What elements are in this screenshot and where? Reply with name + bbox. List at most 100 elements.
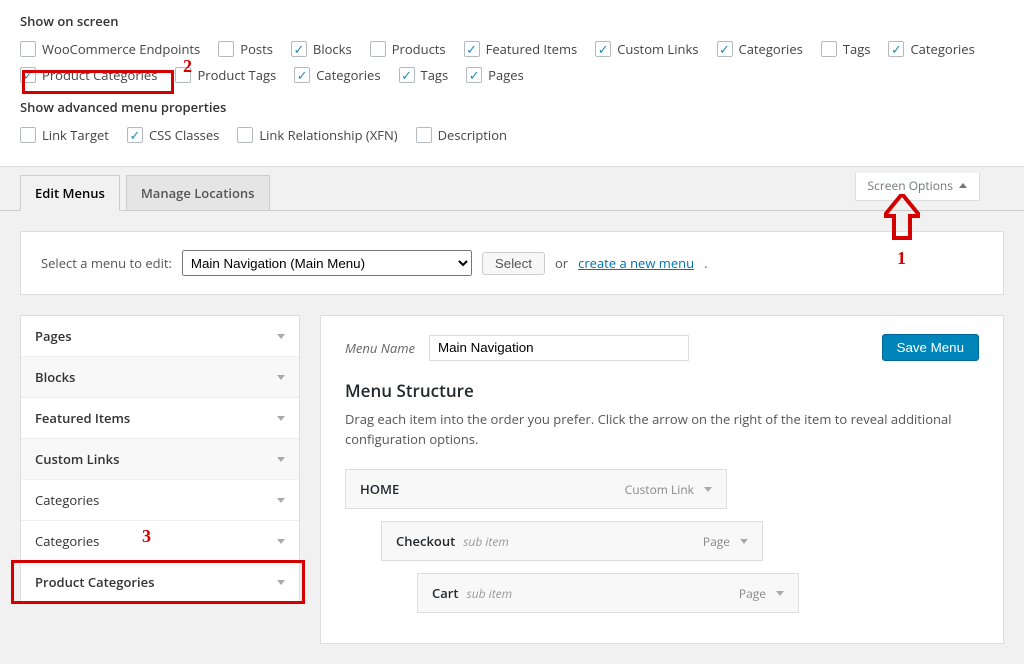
menu-structure-heading: Menu Structure [345,379,979,402]
checkbox-box-icon [416,127,432,143]
menu-tabs: Edit Menus Manage Locations Screen Optio… [0,175,1024,211]
checkbox-label: Products [392,40,446,58]
checkbox-label: Product Categories [42,66,157,84]
select-menu-button[interactable]: Select [482,252,545,275]
checkbox-categories[interactable]: Categories [717,40,803,58]
checkbox-woocommerce-endpoints[interactable]: WooCommerce Endpoints [20,40,200,58]
accordion-item-label: Blocks [35,368,75,386]
checkbox-label: Blocks [313,40,352,58]
checkbox-box-icon [127,127,143,143]
tab-manage-locations[interactable]: Manage Locations [126,175,270,210]
screen-options-toggle-label: Screen Options [868,177,953,194]
menu-item[interactable]: HOMECustom Link [345,469,727,509]
menu-item-title: Checkout [396,532,455,550]
checkbox-box-icon [237,127,253,143]
caret-down-icon[interactable] [740,539,748,544]
screen-options-row-3: Link Target CSS Classes Link Relationship … [20,126,1004,144]
tab-edit-menus[interactable]: Edit Menus [20,175,120,211]
menu-editor-panel: Menu Name Save Menu Menu Structure Drag … [320,315,1004,644]
select-menu-prompt: Select a menu to edit: [41,254,172,272]
checkbox-blocks[interactable]: Blocks [291,40,352,58]
checkbox-box-icon [888,41,904,57]
caret-down-icon [277,334,285,339]
caret-down-icon [277,457,285,462]
checkbox-css-classes[interactable]: CSS Classes [127,126,219,144]
checkbox-box-icon [175,67,191,83]
checkbox-description[interactable]: Description [416,126,507,144]
menu-select-dropdown[interactable]: Main Navigation (Main Menu) [182,250,472,276]
save-menu-button[interactable]: Save Menu [882,334,979,361]
checkbox-box-icon [464,41,480,57]
checkbox-product-categories[interactable]: Product Categories [20,66,157,84]
accordion-item-product-categories[interactable]: Product Categories [21,562,299,603]
checkbox-box-icon [466,67,482,83]
checkbox-label: Product Tags [197,66,276,84]
menu-item-subitem-label: sub item [463,533,509,550]
menu-items-list: HOMECustom LinkCheckoutsub itemPageCarts… [345,469,979,613]
checkbox-tags[interactable]: Tags [821,40,871,58]
checkbox-box-icon [370,41,386,57]
checkbox-product-tags[interactable]: Product Tags [175,66,276,84]
checkbox-label: Tags [843,40,871,58]
caret-down-icon [277,498,285,503]
accordion-item-featured-items[interactable]: Featured Items [21,398,299,439]
accordion-item-categories[interactable]: Categories [21,480,299,521]
checkbox-label: CSS Classes [149,126,219,144]
accordion-item-label: Custom Links [35,450,119,468]
checkbox-label: Custom Links [617,40,698,58]
checkbox-label: WooCommerce Endpoints [42,40,200,58]
caret-down-icon [277,580,285,585]
checkbox-pages[interactable]: Pages [466,66,524,84]
accordion-item-pages[interactable]: Pages [21,316,299,357]
accordion-item-label: Categories [35,532,99,550]
caret-down-icon [277,416,285,421]
select-menu-row: Select a menu to edit: Main Navigation (… [20,231,1004,295]
checkbox-box-icon [294,67,310,83]
checkbox-featured-items[interactable]: Featured Items [464,40,578,58]
create-new-menu-link[interactable]: create a new menu [578,254,694,272]
screen-options-row-1: WooCommerce Endpoints Posts Blocks Products… [20,40,1004,58]
menu-item-subitem-label: sub item [467,585,513,602]
menu-item[interactable]: Cartsub itemPage [417,573,799,613]
checkbox-link-relationship-xfn-[interactable]: Link Relationship (XFN) [237,126,397,144]
accordion-item-label: Pages [35,327,72,345]
show-on-screen-heading: Show on screen [20,12,1004,30]
period: . [704,254,707,272]
checkbox-label: Categories [739,40,803,58]
menu-item-title: Cart [432,584,459,602]
show-adv-heading: Show advanced menu properties [20,98,1004,116]
menu-item-title: HOME [360,480,399,498]
checkbox-products[interactable]: Products [370,40,446,58]
checkbox-box-icon [20,41,36,57]
checkbox-categories[interactable]: Categories [888,40,974,58]
menu-name-input[interactable] [429,335,689,361]
menu-sources-accordion: Pages Blocks Featured Items Custom Links Cat… [20,315,300,604]
caret-up-icon [959,183,967,188]
checkbox-box-icon [20,127,36,143]
checkbox-label: Link Target [42,126,109,144]
menu-structure-desc: Drag each item into the order you prefer… [345,410,979,449]
checkbox-posts[interactable]: Posts [218,40,273,58]
checkbox-tags[interactable]: Tags [399,66,449,84]
checkbox-label: Tags [421,66,449,84]
accordion-item-categories[interactable]: Categories [21,521,299,562]
menu-name-label: Menu Name [345,339,415,357]
menu-item-type: Page [703,533,730,550]
checkbox-custom-links[interactable]: Custom Links [595,40,698,58]
checkbox-label: Featured Items [486,40,578,58]
accordion-item-blocks[interactable]: Blocks [21,357,299,398]
checkbox-label: Pages [488,66,524,84]
checkbox-link-target[interactable]: Link Target [20,126,109,144]
accordion-item-custom-links[interactable]: Custom Links [21,439,299,480]
checkbox-label: Link Relationship (XFN) [259,126,397,144]
checkbox-label: Categories [910,40,974,58]
checkbox-categories[interactable]: Categories [294,66,380,84]
caret-down-icon [277,375,285,380]
checkbox-box-icon [218,41,234,57]
screen-options-toggle[interactable]: Screen Options [855,173,980,201]
accordion-item-label: Product Categories [35,573,154,591]
checkbox-box-icon [20,67,36,83]
menu-item[interactable]: Checkout sub item Page [381,521,763,561]
caret-down-icon[interactable] [776,591,784,596]
caret-down-icon[interactable] [704,487,712,492]
